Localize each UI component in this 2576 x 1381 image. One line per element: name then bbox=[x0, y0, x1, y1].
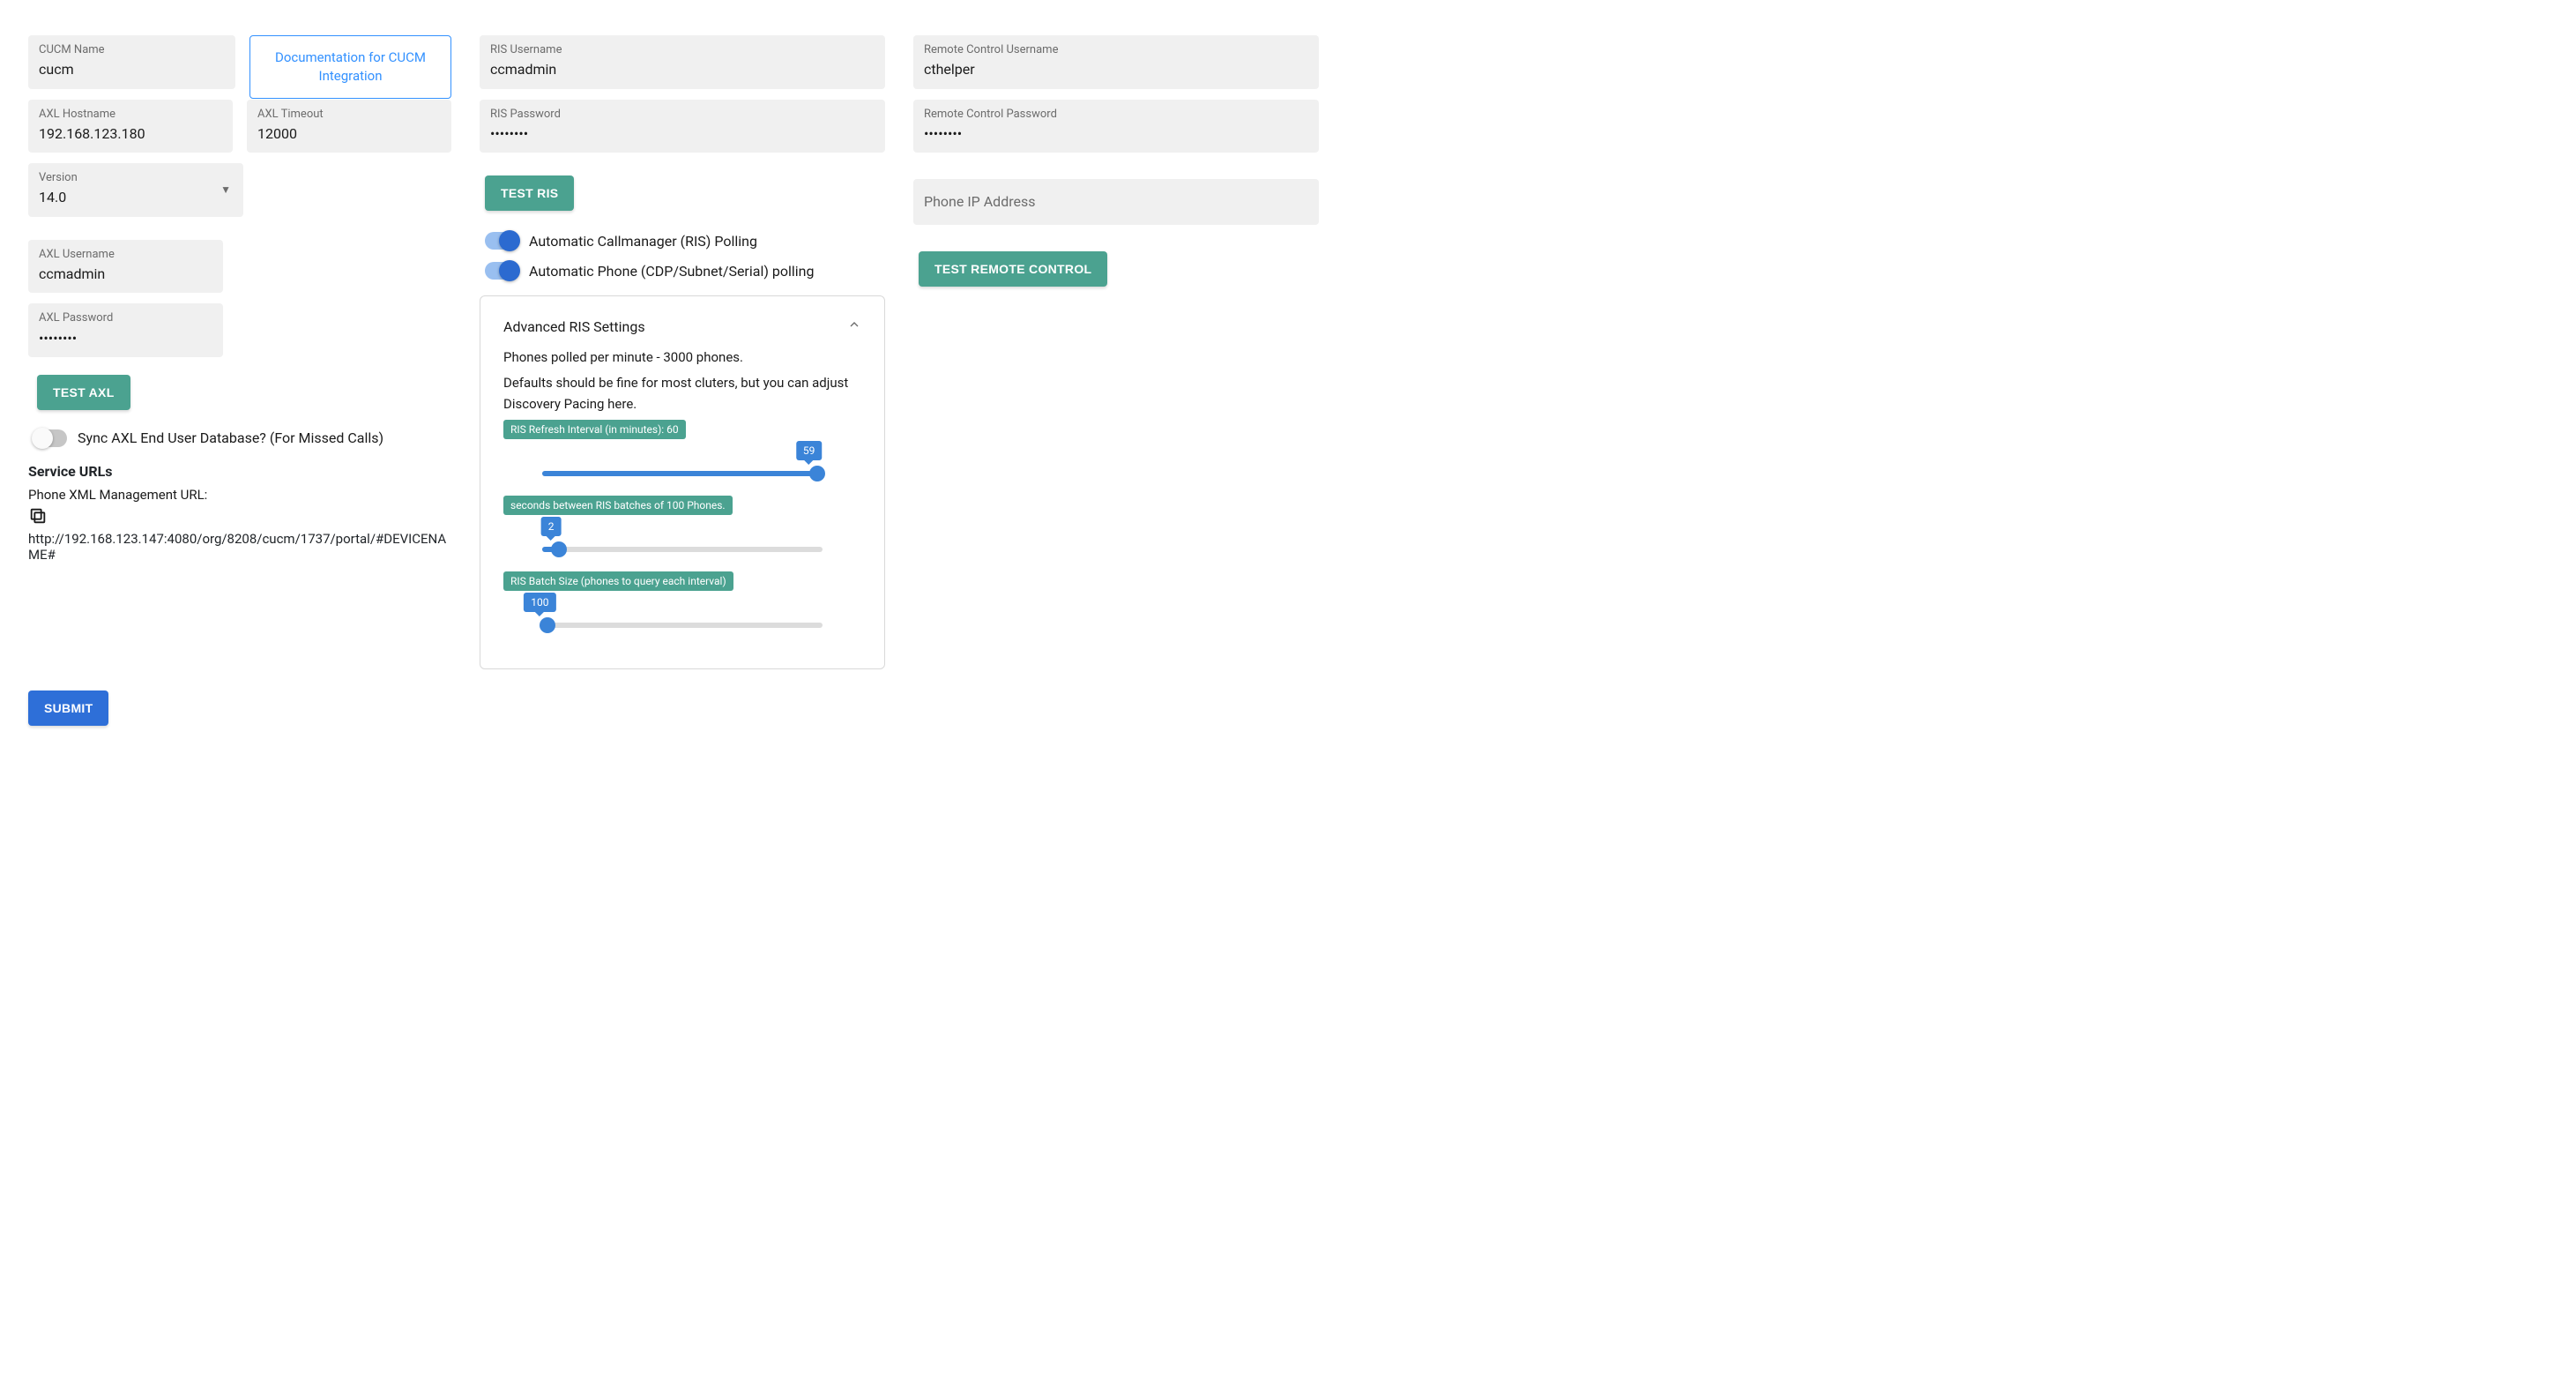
version-label: Version bbox=[39, 170, 233, 186]
phone-ip-placeholder: Phone IP Address bbox=[924, 193, 1036, 210]
left-column: CUCM Name cucm Documentation for CUCM In… bbox=[28, 35, 451, 563]
advanced-ris-desc-1: Phones polled per minute - 3000 phones. bbox=[503, 347, 861, 368]
submit-button[interactable]: SUBMIT bbox=[28, 690, 108, 726]
service-urls-heading: Service URLs bbox=[28, 463, 451, 480]
toggle-knob bbox=[32, 428, 53, 449]
ris-batch-delay-chip: seconds between RIS batches of 100 Phone… bbox=[503, 496, 733, 515]
rc-username-label: Remote Control Username bbox=[924, 42, 1308, 58]
axl-username-label: AXL Username bbox=[39, 247, 212, 263]
advanced-ris-header[interactable]: Advanced RIS Settings bbox=[503, 309, 861, 347]
ris-username-field[interactable]: RIS Username ccmadmin bbox=[480, 35, 885, 89]
sync-axl-toggle-label: Sync AXL End User Database? (For Missed … bbox=[78, 429, 383, 446]
axl-timeout-field[interactable]: AXL Timeout 12000 bbox=[247, 100, 451, 153]
ris-refresh-slider-wrap: 59 bbox=[503, 455, 861, 476]
axl-hostname-value: 192.168.123.180 bbox=[39, 124, 222, 144]
axl-password-field[interactable]: AXL Password •••••••• bbox=[28, 303, 223, 357]
axl-password-value: •••••••• bbox=[39, 329, 212, 348]
copy-icon[interactable] bbox=[28, 512, 48, 529]
advanced-ris-desc-2: Defaults should be fine for most cluters… bbox=[503, 373, 861, 414]
axl-username-field[interactable]: AXL Username ccmadmin bbox=[28, 240, 223, 294]
chevron-up-icon bbox=[847, 317, 861, 335]
cucm-name-label: CUCM Name bbox=[39, 42, 225, 58]
ris-batch-size-chip: RIS Batch Size (phones to query each int… bbox=[503, 571, 733, 591]
ris-refresh-slider[interactable]: 59 bbox=[542, 471, 823, 476]
slider-value-bubble: 100 bbox=[524, 593, 555, 612]
slider-thumb[interactable]: 59 bbox=[809, 466, 825, 481]
phone-polling-toggle-label: Automatic Phone (CDP/Subnet/Serial) poll… bbox=[529, 263, 814, 280]
middle-column: RIS Username ccmadmin RIS Password •••••… bbox=[480, 35, 885, 669]
ris-password-label: RIS Password bbox=[490, 107, 875, 123]
ris-batch-delay-slider[interactable]: 2 bbox=[542, 547, 823, 552]
ris-batch-size-slider[interactable]: 100 bbox=[542, 623, 823, 628]
ris-batch-size-slider-wrap: 100 bbox=[503, 607, 861, 628]
ris-refresh-chip: RIS Refresh Interval (in minutes): 60 bbox=[503, 420, 686, 439]
rc-password-value: •••••••• bbox=[924, 124, 1308, 144]
cucm-name-value: cucm bbox=[39, 60, 225, 79]
rc-username-field[interactable]: Remote Control Username cthelper bbox=[913, 35, 1319, 89]
version-select[interactable]: Version 14.0 ▼ bbox=[28, 163, 243, 217]
axl-password-label: AXL Password bbox=[39, 310, 212, 326]
cucm-name-field[interactable]: CUCM Name cucm bbox=[28, 35, 235, 89]
slider-thumb[interactable]: 2 bbox=[551, 541, 567, 557]
slider-thumb[interactable]: 100 bbox=[540, 617, 555, 633]
advanced-ris-card: Advanced RIS Settings Phones polled per … bbox=[480, 295, 885, 669]
phone-ip-field[interactable]: Phone IP Address bbox=[913, 179, 1319, 225]
axl-hostname-field[interactable]: AXL Hostname 192.168.123.180 bbox=[28, 100, 233, 153]
test-remote-control-button[interactable]: TEST REMOTE CONTROL bbox=[919, 251, 1107, 287]
ris-username-label: RIS Username bbox=[490, 42, 875, 58]
version-value: 14.0 bbox=[39, 188, 233, 207]
rc-password-field[interactable]: Remote Control Password •••••••• bbox=[913, 100, 1319, 153]
xml-url-value: http://192.168.123.147:4080/org/8208/cuc… bbox=[28, 531, 451, 563]
right-column: Remote Control Username cthelper Remote … bbox=[913, 35, 1319, 287]
axl-timeout-value: 12000 bbox=[257, 124, 441, 144]
slider-value-bubble: 59 bbox=[796, 441, 823, 460]
documentation-link[interactable]: Documentation for CUCM Integration bbox=[249, 35, 451, 99]
ris-password-field[interactable]: RIS Password •••••••• bbox=[480, 100, 885, 153]
advanced-ris-title: Advanced RIS Settings bbox=[503, 318, 645, 335]
axl-username-value: ccmadmin bbox=[39, 265, 212, 284]
phone-polling-toggle[interactable] bbox=[485, 262, 518, 280]
ris-username-value: ccmadmin bbox=[490, 60, 875, 79]
test-ris-button[interactable]: TEST RIS bbox=[485, 175, 574, 211]
test-axl-button[interactable]: TEST AXL bbox=[37, 375, 130, 410]
slider-fill bbox=[542, 471, 817, 476]
axl-hostname-label: AXL Hostname bbox=[39, 107, 222, 123]
ris-polling-toggle-label: Automatic Callmanager (RIS) Polling bbox=[529, 233, 757, 250]
ris-password-value: •••••••• bbox=[490, 124, 875, 144]
rc-username-value: cthelper bbox=[924, 60, 1308, 79]
chevron-down-icon: ▼ bbox=[220, 183, 231, 196]
xml-url-label: Phone XML Management URL: bbox=[28, 487, 451, 503]
sync-axl-toggle[interactable] bbox=[34, 429, 67, 447]
ris-polling-toggle[interactable] bbox=[485, 232, 518, 250]
toggle-knob bbox=[499, 230, 520, 251]
axl-timeout-label: AXL Timeout bbox=[257, 107, 441, 123]
rc-password-label: Remote Control Password bbox=[924, 107, 1308, 123]
slider-value-bubble: 2 bbox=[541, 517, 562, 536]
ris-batch-delay-slider-wrap: 2 bbox=[503, 531, 861, 552]
toggle-knob bbox=[499, 260, 520, 281]
